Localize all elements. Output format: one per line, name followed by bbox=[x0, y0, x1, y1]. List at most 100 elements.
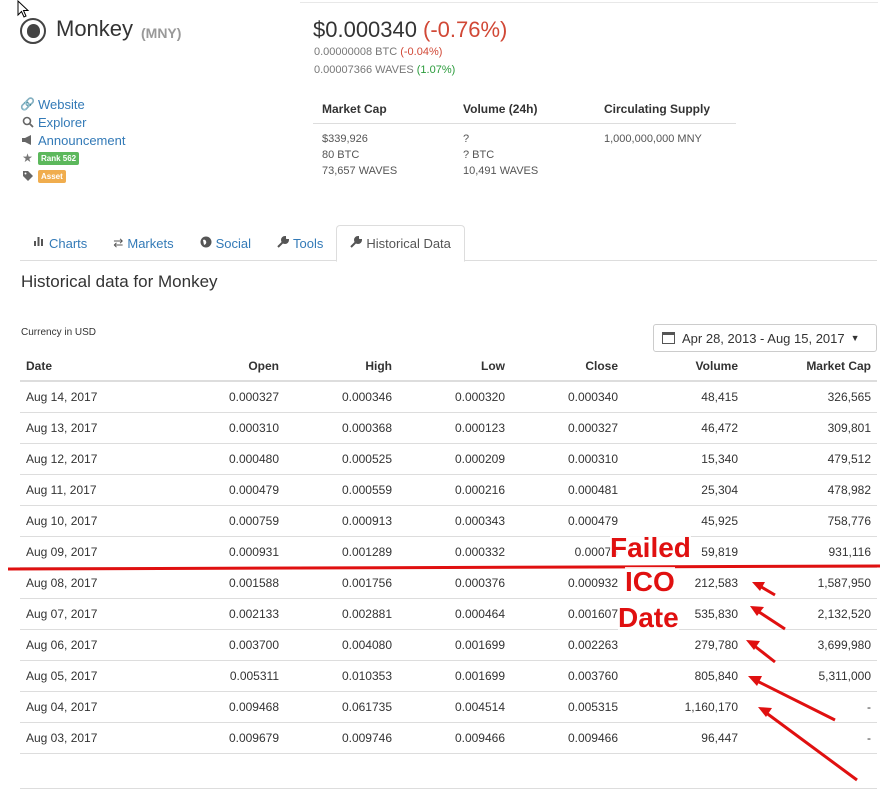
website-link[interactable]: 🔗 Website bbox=[20, 95, 125, 113]
cell-market-cap: 479,512 bbox=[744, 443, 877, 475]
cell-market-cap: 309,801 bbox=[744, 412, 877, 444]
cell-close: 0.009466 bbox=[511, 722, 624, 754]
cell-close: 0.000340 bbox=[511, 381, 624, 413]
cell-date: Aug 04, 2017 bbox=[20, 691, 150, 723]
tab-tools[interactable]: Tools bbox=[264, 225, 336, 261]
historical-data-table: Date Open High Low Close Volume Market C… bbox=[20, 352, 877, 754]
wrench-icon bbox=[277, 235, 290, 251]
star-icon: ★ bbox=[22, 151, 33, 165]
announcement-link-label: Announcement bbox=[38, 132, 126, 148]
table-bottom-divider bbox=[20, 788, 877, 789]
annotation-text-ico: ICO bbox=[625, 566, 675, 597]
explorer-link[interactable]: Explorer bbox=[21, 113, 125, 131]
coin-logo-icon bbox=[20, 18, 46, 44]
cell-date: Aug 10, 2017 bbox=[20, 505, 150, 537]
cell-low: 0.001699 bbox=[398, 660, 511, 692]
cell-date: Aug 14, 2017 bbox=[20, 381, 150, 413]
search-icon bbox=[21, 116, 34, 129]
cell-open: 0.002133 bbox=[150, 598, 285, 630]
cell-close: 0.000932 bbox=[511, 567, 624, 599]
table-row: Aug 11, 2017 0.000479 0.000559 0.000216 0.00… bbox=[20, 474, 877, 506]
market-cap-btc: 80 BTC bbox=[322, 149, 360, 161]
cell-market-cap: 2,132,520 bbox=[744, 598, 877, 630]
cell-low: 0.000464 bbox=[398, 598, 511, 630]
cell-open: 0.009468 bbox=[150, 691, 285, 723]
col-market-cap: Market Cap bbox=[744, 352, 877, 382]
volume-btc: ? BTC bbox=[463, 149, 495, 161]
tab-historical-data[interactable]: Historical Data bbox=[336, 225, 465, 262]
explorer-link-label: Explorer bbox=[38, 114, 87, 130]
btc-change: (-0.04%) bbox=[400, 46, 443, 58]
coin-name: Monkey bbox=[56, 16, 134, 41]
cell-open: 0.000479 bbox=[150, 474, 285, 506]
cell-close: 0.00076 bbox=[511, 536, 624, 568]
coin-price-change: (-0.76%) bbox=[423, 17, 508, 42]
col-volume: Volume bbox=[624, 352, 744, 382]
table-row: Aug 10, 2017 0.000759 0.000913 0.000343 0.00… bbox=[20, 505, 877, 537]
market-cap-usd: $339,926 bbox=[322, 133, 368, 145]
table-row: Aug 12, 2017 0.000480 0.000525 0.000209 0.00… bbox=[20, 443, 877, 475]
cell-close: 0.000327 bbox=[511, 412, 624, 444]
market-cap-header: Market Cap bbox=[322, 102, 387, 116]
btc-price: 0.00000008 BTC bbox=[314, 46, 398, 58]
col-close: Close bbox=[511, 352, 624, 382]
table-row: Aug 13, 2017 0.000310 0.000368 0.000123 0.00… bbox=[20, 412, 877, 444]
table-row: Aug 09, 2017 0.000931 0.001289 0.000332 0.00… bbox=[20, 536, 877, 568]
top-divider bbox=[300, 2, 878, 3]
announcement-link[interactable]: Announcement bbox=[21, 131, 125, 149]
cell-open: 0.000759 bbox=[150, 505, 285, 537]
cell-date: Aug 12, 2017 bbox=[20, 443, 150, 475]
cell-close: 0.000479 bbox=[511, 505, 624, 537]
currency-label: Currency in USD bbox=[21, 327, 97, 338]
waves-change: (1.07%) bbox=[416, 64, 456, 76]
cell-volume: 1,160,170 bbox=[624, 691, 744, 723]
cell-high: 0.000368 bbox=[285, 412, 398, 444]
cell-high: 0.009746 bbox=[285, 722, 398, 754]
col-low: Low bbox=[398, 352, 511, 382]
cell-low: 0.000216 bbox=[398, 474, 511, 506]
calendar-icon bbox=[662, 332, 675, 344]
tab-charts[interactable]: Charts bbox=[20, 225, 100, 261]
cell-high: 0.000525 bbox=[285, 443, 398, 475]
cell-date: Aug 06, 2017 bbox=[20, 629, 150, 661]
exchange-icon: ⇄ bbox=[113, 236, 124, 250]
cell-high: 0.000913 bbox=[285, 505, 398, 537]
cell-open: 0.009679 bbox=[150, 722, 285, 754]
cell-high: 0.004080 bbox=[285, 629, 398, 661]
tab-charts-label: Charts bbox=[49, 235, 88, 251]
cell-high: 0.000559 bbox=[285, 474, 398, 506]
cell-high: 0.000346 bbox=[285, 381, 398, 413]
asset-badge: Asset bbox=[38, 169, 66, 183]
cell-date: Aug 09, 2017 bbox=[20, 536, 150, 568]
coin-stats-table: Market Cap Volume (24h) Circulating Supp… bbox=[313, 95, 736, 181]
cell-open: 0.000480 bbox=[150, 443, 285, 475]
cell-low: 0.004514 bbox=[398, 691, 511, 723]
cell-date: Aug 03, 2017 bbox=[20, 722, 150, 754]
market-cap-column: $339,926 80 BTC 73,657 WAVES bbox=[313, 133, 454, 181]
cell-low: 0.001699 bbox=[398, 629, 511, 661]
tab-social-label: Social bbox=[215, 235, 252, 251]
cell-market-cap: - bbox=[744, 691, 877, 723]
coin-tabs: Charts ⇄ Markets Social Tools Historical… bbox=[20, 225, 877, 262]
cell-low: 0.000376 bbox=[398, 567, 511, 599]
cell-date: Aug 08, 2017 bbox=[20, 567, 150, 599]
cell-close: 0.000310 bbox=[511, 443, 624, 475]
table-row: Aug 08, 2017 0.001588 0.001756 0.000376 0.00… bbox=[20, 567, 877, 599]
cell-close: 0.001607 bbox=[511, 598, 624, 630]
cell-open: 0.000310 bbox=[150, 412, 285, 444]
table-row: Aug 05, 2017 0.005311 0.010353 0.001699 0.00… bbox=[20, 660, 877, 692]
cell-low: 0.000209 bbox=[398, 443, 511, 475]
supply-column: 1,000,000,000 MNY bbox=[595, 133, 736, 181]
cell-market-cap: 3,699,980 bbox=[744, 629, 877, 661]
volume-usd: ? bbox=[463, 133, 470, 145]
cell-open: 0.000931 bbox=[150, 536, 285, 568]
date-range-picker[interactable]: Apr 28, 2013 - Aug 15, 2017 ▼ bbox=[653, 324, 877, 352]
cell-market-cap: 478,982 bbox=[744, 474, 877, 506]
supply-header: Circulating Supply bbox=[604, 102, 711, 116]
table-row: Aug 14, 2017 0.000327 0.000346 0.000320 0.00… bbox=[20, 381, 877, 413]
cell-low: 0.009466 bbox=[398, 722, 511, 754]
link-icon: 🔗 bbox=[20, 97, 35, 111]
cell-volume: 15,340 bbox=[624, 443, 744, 475]
tab-social[interactable]: Social bbox=[187, 225, 264, 261]
tab-markets[interactable]: ⇄ Markets bbox=[100, 225, 186, 261]
